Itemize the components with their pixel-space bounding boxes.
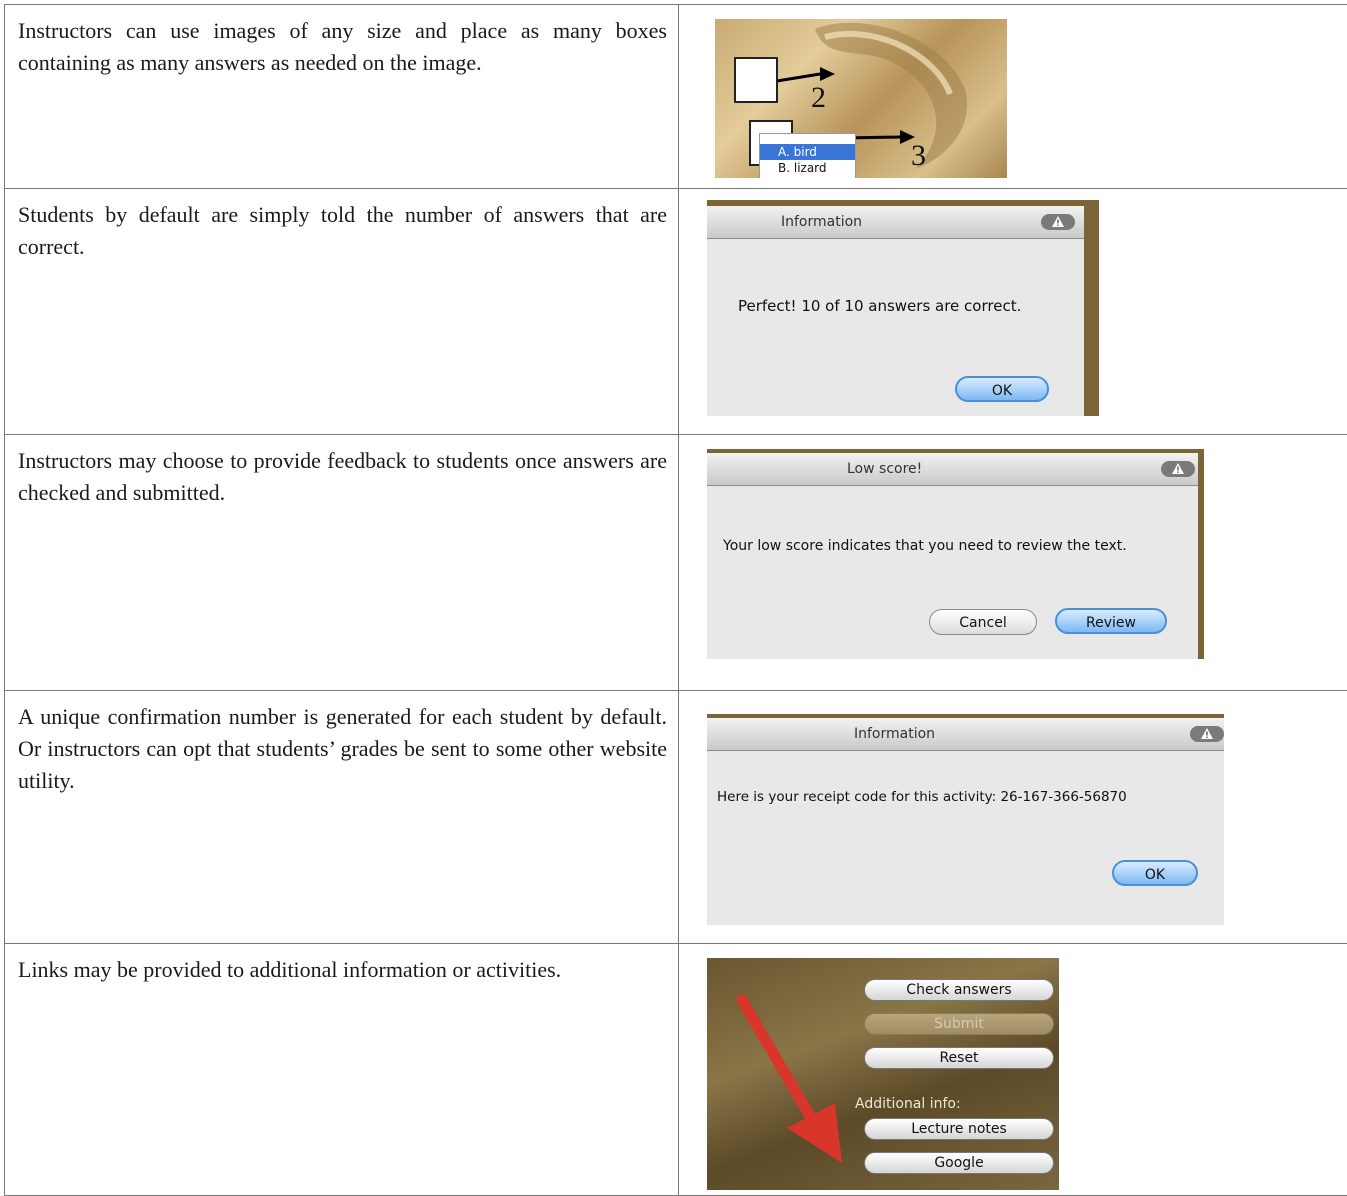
low-score-dialog-screenshot: Low score! Your low score indicates that… [707,449,1204,659]
review-button[interactable]: Review [1055,608,1167,634]
links-panel-screenshot: Check answers Submit Reset Additional in… [707,958,1059,1190]
warning-icon [1041,214,1075,230]
description-text: Links may be provided to additional info… [5,944,678,986]
dialog-message: Perfect! 10 of 10 answers are correct. [738,297,1021,315]
table-row: Students by default are simply told the … [5,189,1347,435]
google-link[interactable]: Google [864,1152,1054,1174]
dialog-titlebar: Information [707,718,1224,751]
ok-button[interactable]: OK [955,376,1049,402]
dropdown-option-selected[interactable]: A. bird [760,144,855,160]
description-cell: Instructors can use images of any size a… [5,5,679,189]
dialog-message: Here is your receipt code for this activ… [717,789,1127,805]
screenshot-cell: Check answers Submit Reset Additional in… [679,944,1347,1196]
additional-info-label: Additional info: [855,1096,961,1112]
lecture-notes-link[interactable]: Lecture notes [864,1118,1054,1140]
description-cell: Instructors may choose to provide feedba… [5,435,679,691]
ok-button[interactable]: OK [1112,860,1198,886]
feature-table: Instructors can use images of any size a… [4,4,1347,1196]
dialog-message: Your low score indicates that you need t… [723,538,1127,554]
reset-button[interactable]: Reset [864,1047,1054,1069]
table-row: Links may be provided to additional info… [5,944,1347,1196]
description-text: Students by default are simply told the … [5,189,678,263]
info-dialog-screenshot: Information Perfect! 10 of 10 answers ar… [707,200,1099,416]
description-cell: Students by default are simply told the … [5,189,679,435]
description-cell: A unique confirmation number is generate… [5,691,679,944]
screenshot-cell: Information Here is your receipt code fo… [679,691,1347,944]
dialog-title: Low score! [847,453,922,485]
cancel-button[interactable]: Cancel [929,609,1037,635]
check-answers-button[interactable]: Check answers [864,979,1054,1001]
answer-box[interactable] [734,57,778,103]
screenshot-cell: 2 3 A. bird B. lizard [679,5,1347,189]
receipt-dialog-screenshot: Information Here is your receipt code fo… [707,714,1224,925]
warning-icon [1190,726,1224,742]
dropdown-option[interactable]: B. lizard [760,160,855,176]
screenshot-cell: Information Perfect! 10 of 10 answers ar… [679,189,1347,435]
table-row: Instructors can use images of any size a… [5,5,1347,189]
dialog: Low score! Your low score indicates that… [707,453,1198,659]
image-labeling-screenshot: 2 3 A. bird B. lizard [715,19,1007,178]
dialog: Information Perfect! 10 of 10 answers ar… [707,206,1084,416]
screenshot-cell: Low score! Your low score indicates that… [679,435,1347,691]
description-text: Instructors may choose to provide feedba… [5,435,678,509]
description-cell: Links may be provided to additional info… [5,944,679,1196]
warning-icon [1161,461,1195,477]
dialog: Information Here is your receipt code fo… [707,718,1224,925]
label-number: 3 [911,139,926,173]
dialog-titlebar: Low score! [707,453,1198,486]
description-text: A unique confirmation number is generate… [5,691,678,797]
answer-dropdown[interactable]: A. bird B. lizard [759,133,856,178]
dialog-title: Information [854,718,935,750]
submit-button[interactable]: Submit [864,1013,1054,1035]
table-row: A unique confirmation number is generate… [5,691,1347,944]
label-number: 2 [811,81,826,115]
dialog-title: Information [781,206,862,238]
dialog-titlebar: Information [707,206,1084,239]
description-text: Instructors can use images of any size a… [5,5,678,79]
table-row: Instructors may choose to provide feedba… [5,435,1347,691]
